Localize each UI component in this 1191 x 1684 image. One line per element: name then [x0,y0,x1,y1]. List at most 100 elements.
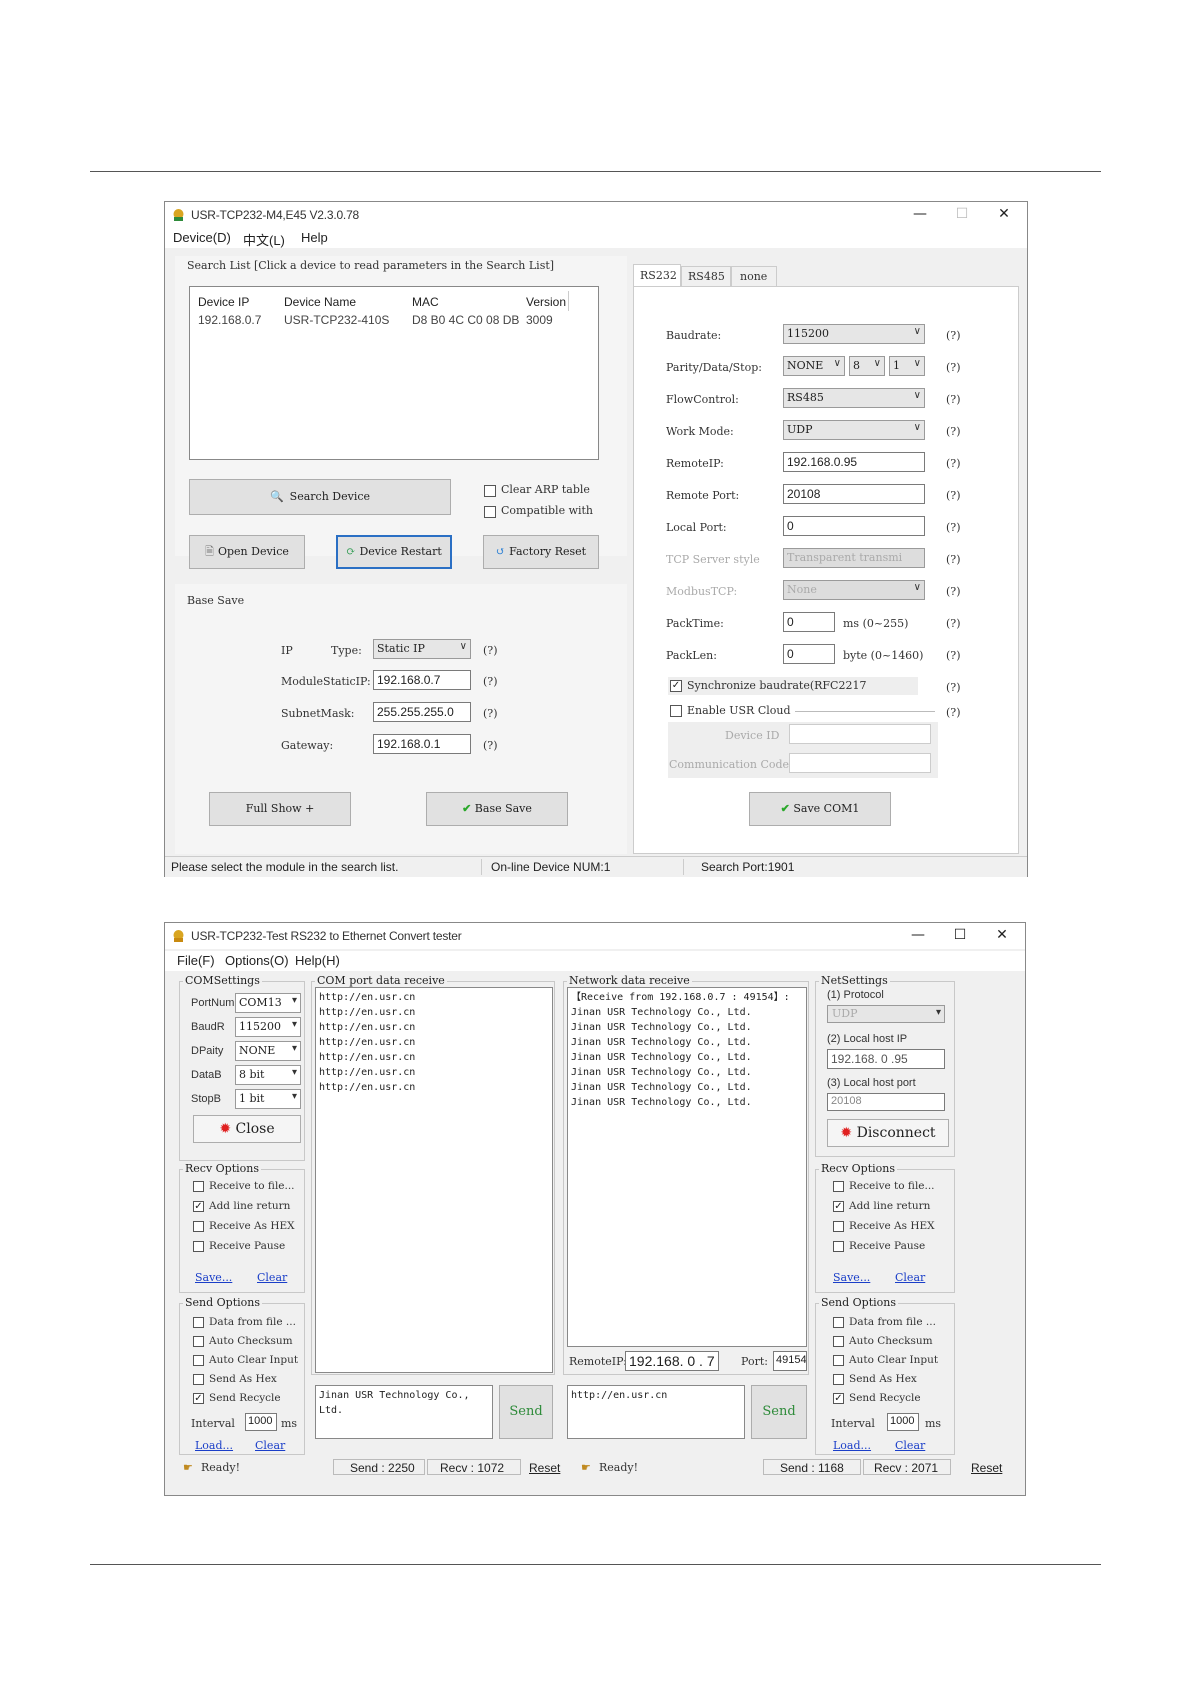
modbus-help[interactable]: (?) [946,585,960,598]
databits-select[interactable]: 8 bit ▾ [235,1065,301,1085]
menu-device[interactable]: Device(D) [173,230,231,245]
stopbits-select[interactable]: 1 bit ▾ [235,1089,301,1109]
menu-help[interactable]: Help(H) [295,953,340,968]
gateway-input[interactable]: 192.168.0.1 [373,734,471,754]
protocol-select[interactable]: UDP ▾ [827,1005,945,1023]
packlen-input[interactable]: 0 [783,644,835,664]
minimize-icon[interactable]: — [903,927,933,945]
net-clear-send-link[interactable]: Clear [895,1439,925,1452]
device-list[interactable]: Device IP Device Name MAC Version 192.16… [189,286,599,460]
net-reset-link[interactable]: Reset [971,1461,1002,1475]
sync-baud-checkbox[interactable]: ✓ [670,680,682,692]
com-reset-link[interactable]: Reset [529,1461,560,1475]
net-recv-option-checkbox[interactable]: ✓ [833,1201,844,1212]
baud-help[interactable]: (?) [946,329,960,342]
packtime-input[interactable]: 0 [783,612,835,632]
parity-select[interactable]: NONE ▾ [235,1041,301,1061]
work-mode-select[interactable]: UDP ∨ [783,420,925,440]
local-ip-input[interactable]: 192.168. 0 .95 [827,1049,945,1069]
com-recv-textarea[interactable]: http://en.usr.cn http://en.usr.cn http:/… [315,987,553,1373]
sync-help[interactable]: (?) [946,681,960,694]
com-send-option-checkbox[interactable] [193,1317,204,1328]
ip-type-help[interactable]: (?) [483,644,497,657]
subnet-input[interactable]: 255.255.255.0 [373,702,471,722]
com-send-button[interactable]: Send [499,1385,553,1439]
net-clear-link[interactable]: Clear [895,1271,925,1284]
baud-select[interactable]: 115200 ▾ [235,1017,301,1037]
packlen-help[interactable]: (?) [946,649,960,662]
com-send-option-checkbox[interactable]: ✓ [193,1393,204,1404]
remote-port-input[interactable]: 20108 [783,484,925,504]
net-load-link[interactable]: Load... [833,1439,871,1452]
net-send-option-checkbox[interactable] [833,1374,844,1385]
local-port-input[interactable]: 0 [783,516,925,536]
close-icon[interactable]: ✕ [987,927,1017,945]
net-send-option-checkbox[interactable] [833,1336,844,1347]
base-save-button[interactable]: ✔ Base Save [426,792,568,826]
com-recv-option-checkbox[interactable]: ✓ [193,1201,204,1212]
com-clear-link[interactable]: Clear [257,1271,287,1284]
minimize-icon[interactable]: — [905,206,935,224]
ip-type-select[interactable]: Static IP ∨ [373,639,471,659]
subnet-help[interactable]: (?) [483,707,497,720]
work-mode-help[interactable]: (?) [946,425,960,438]
col-mac[interactable]: MAC [412,295,439,309]
data-bits-select[interactable]: 8 ∨ [849,356,885,376]
compatible-checkbox[interactable] [484,506,496,518]
com-load-link[interactable]: Load... [195,1439,233,1452]
tab-rs485[interactable]: RS485 [681,266,731,286]
static-ip-input[interactable]: 192.168.0.7 [373,670,471,690]
close-port-button[interactable]: ✹ Close [193,1115,301,1143]
com-clear-send-link[interactable]: Clear [255,1439,285,1452]
net-send-option-checkbox[interactable] [833,1317,844,1328]
net-save-link[interactable]: Save... [833,1271,870,1284]
menu-file[interactable]: File(F) [177,953,215,968]
device-restart-button[interactable]: ⟳ Device Restart [336,535,452,569]
save-com-button[interactable]: ✔ Save COM1 [749,792,891,826]
com-recv-option-checkbox[interactable] [193,1241,204,1252]
open-device-button[interactable]: 🗎 Open Device [189,535,305,569]
portnum-select[interactable]: COM13 ▾ [235,993,301,1013]
com-interval-input[interactable]: 1000 [245,1413,277,1431]
remote-ip-input[interactable]: 192.168.0.95 [783,452,925,472]
menu-help[interactable]: Help [301,230,328,245]
usr-cloud-checkbox[interactable] [670,705,682,717]
clear-arp-checkbox[interactable] [484,485,496,497]
com-save-link[interactable]: Save... [195,1271,232,1284]
packtime-help[interactable]: (?) [946,617,960,630]
table-row[interactable]: 192.168.0.7 USR-TCP232-410S D8 B0 4C C0 … [190,313,598,331]
close-icon[interactable]: ✕ [989,206,1019,224]
tcp-style-help[interactable]: (?) [946,553,960,566]
net-recv-option-checkbox[interactable] [833,1241,844,1252]
cloud-help[interactable]: (?) [946,706,960,719]
baud-select[interactable]: 115200 ∨ [783,324,925,344]
disconnect-button[interactable]: ✹ Disconnect [827,1119,949,1147]
maximize-icon[interactable]: ☐ [945,927,975,945]
col-version[interactable]: Version [526,295,566,309]
net-send-textarea[interactable]: http://en.usr.cn [567,1385,745,1439]
static-ip-help[interactable]: (?) [483,675,497,688]
gateway-help[interactable]: (?) [483,739,497,752]
net-send-button[interactable]: Send [751,1385,807,1439]
local-port-input[interactable]: 20108 [827,1093,945,1111]
col-device-name[interactable]: Device Name [284,295,356,309]
col-device-ip[interactable]: Device IP [198,295,249,309]
net-recv-textarea[interactable]: 【Receive from 192.168.0.7 : 49154】: Jina… [567,987,807,1347]
net-interval-input[interactable]: 1000 [887,1413,919,1431]
com-send-option-checkbox[interactable] [193,1336,204,1347]
pds-help[interactable]: (?) [946,361,960,374]
flow-help[interactable]: (?) [946,393,960,406]
factory-reset-button[interactable]: ↺ Factory Reset [483,535,599,569]
stop-bits-select[interactable]: 1 ∨ [889,356,925,376]
menu-language[interactable]: 中文(L) [243,230,285,249]
remote-ip-help[interactable]: (?) [946,457,960,470]
local-port-help[interactable]: (?) [946,521,960,534]
net-recv-option-checkbox[interactable] [833,1181,844,1192]
com-send-option-checkbox[interactable] [193,1374,204,1385]
com-recv-option-checkbox[interactable] [193,1181,204,1192]
remote-port-help[interactable]: (?) [946,489,960,502]
com-send-option-checkbox[interactable] [193,1355,204,1366]
maximize-icon[interactable]: ☐ [947,206,977,224]
tab-rs232[interactable]: RS232 [633,264,681,286]
flow-select[interactable]: RS485 ∨ [783,388,925,408]
